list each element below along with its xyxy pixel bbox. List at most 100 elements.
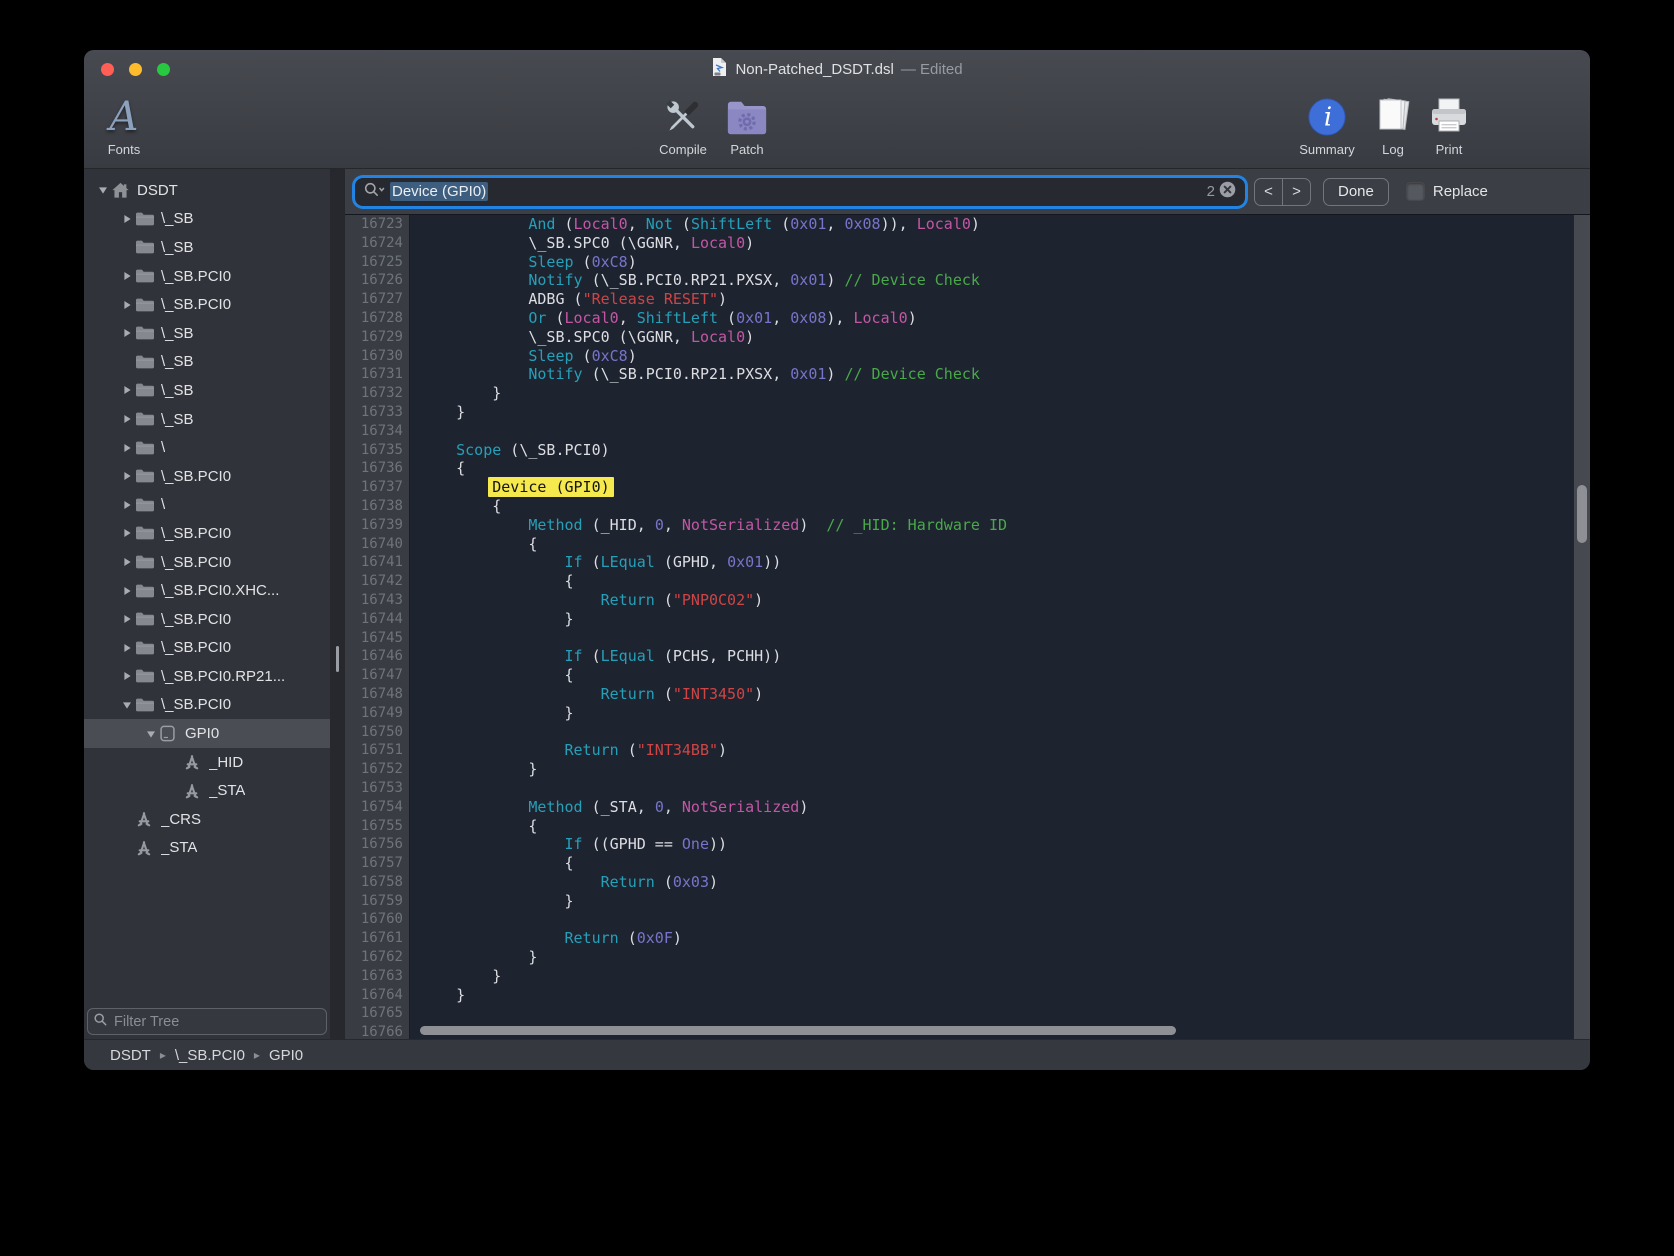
code-line[interactable]: 16742 { (345, 572, 1590, 591)
splitter[interactable] (330, 169, 345, 1039)
vertical-scrollbar-thumb[interactable] (1577, 485, 1587, 543)
sidebar-item-[interactable]: \ (84, 491, 330, 520)
code-line[interactable]: 16743 Return ("PNP0C02") (345, 591, 1590, 610)
code-line[interactable]: 16736 { (345, 459, 1590, 478)
disclosure-right-icon[interactable] (118, 614, 135, 624)
code-line[interactable]: 16754 Method (_STA, 0, NotSerialized) (345, 798, 1590, 817)
code-line[interactable]: 16753 (345, 779, 1590, 798)
disclosure-right-icon[interactable] (118, 528, 135, 538)
disclosure-right-icon[interactable] (118, 471, 135, 481)
code-line[interactable]: 16733 } (345, 403, 1590, 422)
sidebar-item-gpi0[interactable]: GPI0 (84, 719, 330, 748)
close-button[interactable] (101, 63, 114, 76)
code-line[interactable]: 16744 } (345, 610, 1590, 629)
clear-search-icon[interactable] (1219, 181, 1236, 203)
sidebar-item-sta[interactable]: _STA (84, 776, 330, 805)
search-menu-icon[interactable] (364, 182, 386, 202)
code-line[interactable]: 16726 Notify (\_SB.PCI0.RP21.PXSX, 0x01)… (345, 271, 1590, 290)
code-line[interactable]: 16759 } (345, 892, 1590, 911)
sidebar-item-sb[interactable]: \_SB (84, 376, 330, 405)
code-line[interactable]: 16740 { (345, 535, 1590, 554)
sidebar-item-sbpci0[interactable]: \_SB.PCI0 (84, 262, 330, 291)
disclosure-right-icon[interactable] (118, 643, 135, 653)
find-next-button[interactable]: > (1283, 179, 1310, 205)
code-line[interactable]: 16735 Scope (\_SB.PCI0) (345, 441, 1590, 460)
sidebar-item-sb[interactable]: \_SB (84, 405, 330, 434)
code-line[interactable]: 16734 (345, 422, 1590, 441)
disclosure-down-icon[interactable] (94, 185, 111, 195)
code-line[interactable]: 16756 If ((GPHD == One)) (345, 835, 1590, 854)
zoom-button[interactable] (157, 63, 170, 76)
breadcrumb-item[interactable]: \_SB.PCI0 (175, 1047, 245, 1064)
disclosure-right-icon[interactable] (118, 214, 135, 224)
code-line[interactable]: 16745 (345, 629, 1590, 648)
code-editor[interactable]: 16723 And (Local0, Not (ShiftLeft (0x01,… (345, 215, 1590, 1039)
code-line[interactable]: 16765 (345, 1004, 1590, 1023)
sidebar-item-sbpci0[interactable]: \_SB.PCI0 (84, 605, 330, 634)
breadcrumb-item[interactable]: DSDT (110, 1047, 151, 1064)
replace-checkbox[interactable] (1406, 182, 1425, 201)
sidebar-item-sbpci0[interactable]: \_SB.PCI0 (84, 548, 330, 577)
compile-button[interactable]: Compile (650, 94, 716, 157)
code-line[interactable]: 16763 } (345, 967, 1590, 986)
code-line[interactable]: 16727 ADBG ("Release RESET") (345, 290, 1590, 309)
code-line[interactable]: 16724 \_SB.SPC0 (\GGNR, Local0) (345, 234, 1590, 253)
code-line[interactable]: 16755 { (345, 817, 1590, 836)
sidebar-item-sbpci0[interactable]: \_SB.PCI0 (84, 634, 330, 663)
sidebar-item-[interactable]: \ (84, 433, 330, 462)
done-button[interactable]: Done (1323, 178, 1389, 206)
disclosure-right-icon[interactable] (118, 385, 135, 395)
code-line[interactable]: 16729 \_SB.SPC0 (\GGNR, Local0) (345, 328, 1590, 347)
log-button[interactable]: Log (1368, 94, 1418, 157)
horizontal-scrollbar-thumb[interactable] (420, 1026, 1176, 1035)
sidebar-item-sb[interactable]: \_SB (84, 319, 330, 348)
code-line[interactable]: 16752 } (345, 760, 1590, 779)
find-previous-button[interactable]: < (1255, 179, 1283, 205)
sidebar-item-sbpci0[interactable]: \_SB.PCI0 (84, 290, 330, 319)
disclosure-right-icon[interactable] (118, 328, 135, 338)
disclosure-right-icon[interactable] (118, 557, 135, 567)
code-line[interactable]: 16748 Return ("INT3450") (345, 685, 1590, 704)
fonts-button[interactable]: A Fonts (92, 94, 156, 157)
code-line[interactable]: 16730 Sleep (0xC8) (345, 347, 1590, 366)
code-line[interactable]: 16764 } (345, 986, 1590, 1005)
code-line[interactable]: 16732 } (345, 384, 1590, 403)
sidebar-item-sb[interactable]: \_SB (84, 233, 330, 262)
search-input[interactable]: Device (GPI0) 2 (355, 178, 1245, 206)
disclosure-right-icon[interactable] (118, 586, 135, 596)
sidebar-item-crs[interactable]: _CRS (84, 805, 330, 834)
code-line[interactable]: 16739 Method (_HID, 0, NotSerialized) //… (345, 516, 1590, 535)
print-button[interactable]: Print (1422, 94, 1476, 157)
code-line[interactable]: 16757 { (345, 854, 1590, 873)
code-line[interactable]: 16723 And (Local0, Not (ShiftLeft (0x01,… (345, 215, 1590, 234)
disclosure-down-icon[interactable] (118, 700, 135, 710)
code-line[interactable]: 16762 } (345, 948, 1590, 967)
minimize-button[interactable] (129, 63, 142, 76)
sidebar-item-sbpci0[interactable]: \_SB.PCI0 (84, 462, 330, 491)
code-line[interactable]: 16751 Return ("INT34BB") (345, 741, 1590, 760)
disclosure-right-icon[interactable] (118, 300, 135, 310)
disclosure-right-icon[interactable] (118, 271, 135, 281)
sidebar-item-dsdt[interactable]: DSDT (84, 176, 330, 205)
code-line[interactable]: 16731 Notify (\_SB.PCI0.RP21.PXSX, 0x01)… (345, 365, 1590, 384)
sidebar-item-sbpci0[interactable]: \_SB.PCI0 (84, 519, 330, 548)
breadcrumb-item[interactable]: GPI0 (269, 1047, 303, 1064)
code-line[interactable]: 16741 If (LEqual (GPHD, 0x01)) (345, 553, 1590, 572)
code-line[interactable]: 16750 (345, 723, 1590, 742)
code-line[interactable]: 16725 Sleep (0xC8) (345, 253, 1590, 272)
disclosure-right-icon[interactable] (118, 500, 135, 510)
code-line[interactable]: 16749 } (345, 704, 1590, 723)
code-line[interactable]: 16758 Return (0x03) (345, 873, 1590, 892)
disclosure-right-icon[interactable] (118, 443, 135, 453)
disclosure-right-icon[interactable] (118, 671, 135, 681)
disclosure-right-icon[interactable] (118, 414, 135, 424)
code-line[interactable]: 16737 Device (GPI0) (345, 478, 1590, 497)
sidebar-item-sb[interactable]: \_SB (84, 205, 330, 234)
sidebar-item-sbpci0rp21[interactable]: \_SB.PCI0.RP21... (84, 662, 330, 691)
code-line[interactable]: 16761 Return (0x0F) (345, 929, 1590, 948)
code-line[interactable]: 16747 { (345, 666, 1590, 685)
code-line[interactable]: 16746 If (LEqual (PCHS, PCHH)) (345, 647, 1590, 666)
disclosure-down-icon[interactable] (142, 729, 159, 739)
sidebar-item-sbpci0xhc[interactable]: \_SB.PCI0.XHC... (84, 576, 330, 605)
sidebar-item-sbpci0[interactable]: \_SB.PCI0 (84, 691, 330, 720)
